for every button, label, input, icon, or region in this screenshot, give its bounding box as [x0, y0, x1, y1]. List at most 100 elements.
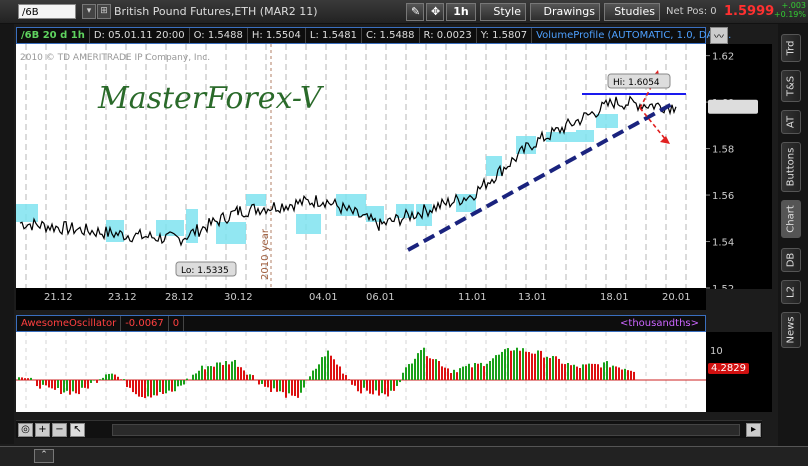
- scroll-right-icon[interactable]: ▸: [746, 423, 761, 437]
- osc-bar: [447, 368, 449, 380]
- osc-bar: [27, 378, 29, 380]
- osc-bar: [624, 368, 626, 380]
- osc-bar: [60, 380, 62, 395]
- zoom-out-icon[interactable]: −: [52, 423, 67, 437]
- bar-range: R: 0.0023: [420, 28, 477, 43]
- timeframe-button[interactable]: 1h: [446, 3, 476, 21]
- y-tick-label: 1.58: [712, 145, 734, 156]
- horizontal-scrollbar[interactable]: [112, 424, 740, 436]
- price-chart[interactable]: 2010 © TD AMERITRADE IP Company, Inc. Mas…: [16, 44, 706, 288]
- osc-bar: [603, 362, 605, 380]
- tab-chart[interactable]: Chart: [781, 200, 801, 238]
- oscillator-name[interactable]: AwesomeOscillator: [17, 316, 122, 331]
- osc-bar: [312, 370, 314, 380]
- y-tick-label: 1.56: [712, 191, 734, 202]
- osc-bar: [36, 380, 38, 387]
- symbol-input[interactable]: /6B: [18, 4, 76, 19]
- net-position: Net Pos: 0: [666, 6, 717, 17]
- tab-db[interactable]: DB: [781, 248, 801, 272]
- osc-bar: [141, 380, 143, 397]
- dropdown-icon[interactable]: ▾: [82, 4, 96, 19]
- zoom-in-icon[interactable]: +: [35, 423, 50, 437]
- tab-active-trader[interactable]: AT: [781, 110, 801, 134]
- osc-bar: [294, 380, 296, 397]
- osc-bar: [588, 363, 590, 380]
- tab-level2[interactable]: L2: [781, 280, 801, 304]
- tab-news[interactable]: News: [781, 312, 801, 348]
- cursor-y: Y: 1.5807: [477, 28, 533, 43]
- osc-bar: [426, 356, 428, 380]
- osc-bar: [288, 380, 290, 394]
- osc-bar: [222, 364, 224, 380]
- osc-bar: [489, 360, 491, 380]
- osc-bar: [243, 370, 245, 380]
- osc-bar: [87, 380, 89, 389]
- x-tick-label: 13.01: [518, 292, 547, 303]
- expand-up-icon[interactable]: ⌃: [34, 449, 54, 463]
- osc-bar: [105, 374, 107, 380]
- osc-bar: [180, 380, 182, 386]
- tab-time-sales-label: T&S: [785, 75, 797, 97]
- osc-bar: [405, 367, 407, 380]
- tab-buttons-label: Buttons: [785, 147, 797, 187]
- tab-trade[interactable]: Trd: [781, 34, 801, 62]
- osc-bar: [582, 364, 584, 380]
- cursor-tool-button[interactable]: ✎: [406, 3, 424, 21]
- osc-bar: [564, 364, 566, 380]
- osc-bar: [549, 358, 551, 380]
- osc-bar: [213, 366, 215, 380]
- osc-bar: [138, 380, 140, 397]
- osc-bar: [54, 380, 56, 390]
- osc-bar: [369, 380, 371, 394]
- osc-bar: [519, 350, 521, 380]
- osc-bar: [21, 377, 23, 380]
- style-button[interactable]: Style: [480, 3, 526, 21]
- osc-bar: [120, 379, 122, 380]
- osc-bar: [597, 364, 599, 380]
- osc-bar: [57, 380, 59, 388]
- oscillator-chart[interactable]: [16, 332, 706, 412]
- oscillator-zero: 0: [169, 316, 185, 331]
- osc-bar: [534, 353, 536, 380]
- osc-bar: [270, 380, 272, 392]
- chart-status-bar: /6B 20 d 1h D: 05.01.11 20:00 O: 1.5488 …: [16, 27, 731, 44]
- symbol-period[interactable]: /6B 20 d 1h: [17, 28, 90, 43]
- osc-bar: [411, 363, 413, 380]
- osc-bar: [516, 347, 518, 380]
- osc-bar: [408, 364, 410, 380]
- study-label[interactable]: VolumeProfile (AUTOMATIC, 1.0, DAY,...: [532, 28, 735, 43]
- y-tick-label: 1.52: [712, 284, 734, 289]
- tab-time-sales[interactable]: T&S: [781, 70, 801, 102]
- osc-bar: [501, 351, 503, 380]
- watermark-text: MasterForex-V: [97, 81, 325, 116]
- price-chart-svg: 2010 © TD AMERITRADE IP Company, Inc. Mas…: [16, 44, 687, 288]
- osc-bar: [456, 372, 458, 380]
- osc-bar: [216, 362, 218, 380]
- pan-icon[interactable]: ◎: [18, 423, 33, 437]
- cursor-icon[interactable]: ↖: [70, 423, 85, 437]
- osc-bar: [177, 380, 179, 387]
- osc-bar: [594, 363, 596, 380]
- osc-bar: [555, 356, 557, 380]
- tab-news-label: News: [785, 316, 797, 344]
- osc-bar: [621, 369, 623, 380]
- studies-button[interactable]: Studies: [604, 3, 660, 21]
- osc-bar: [420, 350, 422, 380]
- link-icon[interactable]: ⊞: [97, 4, 111, 19]
- x-tick-label: 23.12: [108, 292, 137, 303]
- osc-bar: [267, 380, 269, 388]
- osc-bar: [483, 366, 485, 380]
- tab-buttons[interactable]: Buttons: [781, 142, 801, 192]
- osc-bar: [300, 380, 302, 393]
- x-tick-label: 11.01: [458, 292, 487, 303]
- left-icon-strip: [0, 24, 14, 444]
- osc-bar: [156, 380, 158, 396]
- chart-settings-icon[interactable]: 〰: [710, 27, 728, 44]
- drawings-button[interactable]: Drawings: [530, 3, 600, 21]
- crosshair-tool-button[interactable]: ✥: [426, 3, 444, 21]
- osc-bar: [513, 350, 515, 380]
- osc-bar: [573, 364, 575, 380]
- time-axis: 21.12 23.12 28.12 30.12 04.01 06.01 11.01 13.01…: [16, 288, 706, 310]
- oscillator-axis: 10 4.2829: [706, 332, 772, 412]
- price-axis-svg: 1.621.601.581.561.541.52: [706, 52, 758, 295]
